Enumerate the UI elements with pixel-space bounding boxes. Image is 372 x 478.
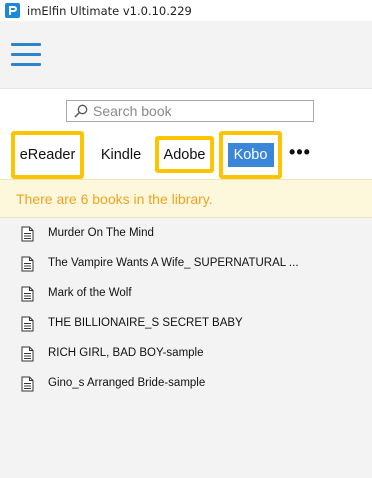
search-input[interactable] [93,103,293,119]
document-icon [21,376,34,392]
more-icon: ••• [289,141,311,162]
list-item[interactable]: Mark of the Wolf [0,279,372,309]
library-status-banner: There are 6 books in the library. [0,179,372,218]
list-item[interactable]: Murder On The Mind [0,219,372,249]
tab-ereader[interactable]: eReader [11,131,84,179]
window-title: imElfin Ultimate v1.0.10.229 [27,4,192,18]
book-title: RICH GIRL, BAD BOY-sample [48,347,204,359]
search-box[interactable] [66,100,314,122]
source-tabs: eReader Kindle Adobe Kobo ••• [0,131,372,179]
more-tabs-button[interactable]: ••• [287,131,313,179]
tab-label: eReader [19,147,76,163]
document-icon [21,256,34,272]
app-logo-icon [5,3,20,18]
document-icon [21,226,34,242]
tab-label: Adobe [163,146,206,163]
book-title: The Vampire Wants A Wife_ SUPERNATURAL .… [48,257,299,269]
app-header [0,21,372,89]
book-title: Mark of the Wolf [48,287,132,299]
book-title: Murder On The Mind [48,227,154,239]
list-item[interactable]: Gino_s Arranged Bride-sample [0,369,372,399]
document-icon [21,346,34,362]
hamburger-menu-icon[interactable] [10,40,44,70]
tab-label: Kindle [100,147,142,163]
search-icon [74,104,88,118]
list-item[interactable]: RICH GIRL, BAD BOY-sample [0,339,372,369]
document-icon [21,286,34,302]
tab-label: Kobo [227,143,274,167]
list-item[interactable]: The Vampire Wants A Wife_ SUPERNATURAL .… [0,249,372,279]
tab-kobo[interactable]: Kobo [219,131,282,179]
list-item[interactable]: THE BILLIONAIRE_S SECRET BABY [0,309,372,339]
tab-kindle[interactable]: Kindle [94,131,148,179]
book-list: Murder On The Mind The Vampire Wants A W… [0,218,372,478]
tab-adobe[interactable]: Adobe [155,136,214,173]
book-title: THE BILLIONAIRE_S SECRET BABY [48,317,243,329]
book-title: Gino_s Arranged Bride-sample [48,377,206,389]
library-count-text: There are 6 books in the library. [16,190,213,207]
title-bar: imElfin Ultimate v1.0.10.229 [0,0,372,21]
document-icon [21,316,34,332]
